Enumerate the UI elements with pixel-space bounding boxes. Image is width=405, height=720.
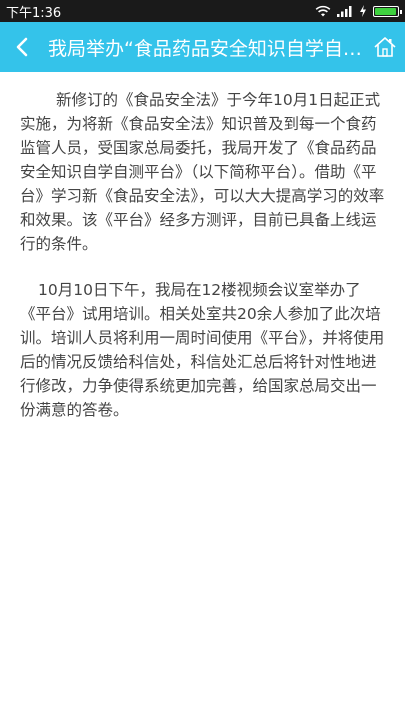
article-body: 新修订的《食品安全法》于今年10月1日起正式实施，为将新《食品安全法》知识普及到… (0, 72, 405, 444)
status-bar: 下午1:36 (0, 0, 405, 22)
battery-icon (373, 5, 402, 17)
charging-icon (360, 5, 366, 17)
home-icon (374, 37, 396, 57)
signal-icon (337, 6, 352, 17)
app-bar: 我局举办“食品药品安全知识自学自测平台”试用培训 (0, 22, 405, 72)
chevron-left-icon (16, 37, 28, 57)
page-title: 我局举办“食品药品安全知识自学自测平台”试用培训 (48, 37, 365, 60)
wifi-icon (315, 5, 331, 17)
article-paragraph-2: 10月10日下午，我局在12楼视频会议室举办了《平台》试用培训。相关处室共20余… (20, 281, 385, 419)
back-button[interactable] (0, 22, 44, 72)
status-time: 下午1:36 (6, 5, 62, 21)
battery-level (375, 7, 396, 15)
home-button[interactable] (365, 22, 405, 72)
status-icons (315, 5, 402, 17)
article-paragraph-1: 新修订的《食品安全法》于今年10月1日起正式实施，为将新《食品安全法》知识普及到… (20, 91, 385, 253)
